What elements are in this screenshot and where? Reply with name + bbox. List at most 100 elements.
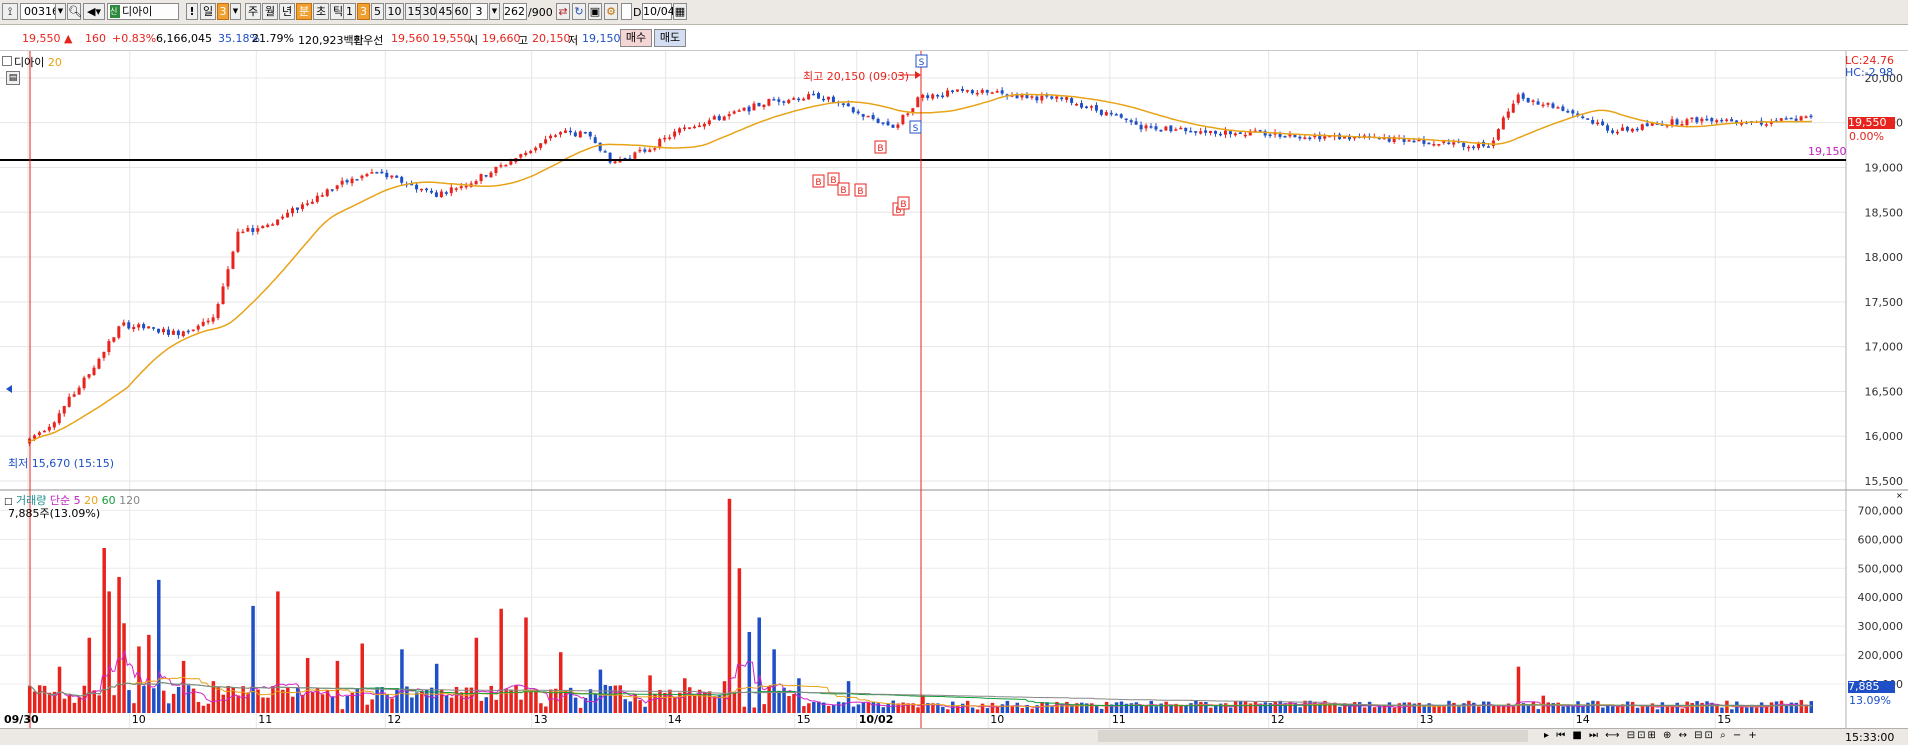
candle-body xyxy=(449,187,453,194)
volume-bar xyxy=(638,700,642,713)
alert-icon[interactable]: ! xyxy=(186,3,198,20)
sync-icon[interactable]: ⇄ xyxy=(556,3,570,20)
volume-bar xyxy=(1601,707,1605,713)
range-input[interactable]: 262 xyxy=(503,3,527,20)
refresh-icon[interactable]: ↻ xyxy=(572,3,586,20)
candle-body xyxy=(1243,134,1247,137)
volume-bar xyxy=(1005,700,1010,713)
candle-body xyxy=(955,89,959,92)
min-price-label: 최저 15,670 (15:15) xyxy=(8,457,115,470)
volume-bar xyxy=(1576,701,1580,713)
volume-bar xyxy=(1179,705,1183,713)
candle-body xyxy=(370,172,374,174)
current-price-tag: 19,550 xyxy=(1848,117,1895,129)
period-minute-button[interactable]: 분 xyxy=(296,3,312,20)
volume-bar xyxy=(1204,702,1208,713)
candle-body xyxy=(489,172,493,178)
period-dropdown-icon[interactable]: ▼ xyxy=(230,3,241,20)
minute-60-button[interactable]: 60 xyxy=(452,3,471,20)
volume-bar xyxy=(812,702,816,713)
candle-body xyxy=(246,228,250,232)
sound-icon[interactable]: ◀▾ xyxy=(83,3,105,20)
minute-1-button[interactable]: 1 xyxy=(343,3,356,20)
candle-body xyxy=(102,351,106,358)
save-icon[interactable]: ▣ xyxy=(588,3,602,20)
candle-body xyxy=(1199,131,1203,134)
candle-body xyxy=(1571,110,1575,114)
count-dropdown-icon[interactable]: ▼ xyxy=(489,3,500,20)
volume-bar xyxy=(529,690,533,713)
minute-5-button[interactable]: 5 xyxy=(371,3,384,20)
price-tick-label: 17,500 xyxy=(1865,296,1904,309)
stock-chart[interactable]: 20,00019,50019,00018,50018,00017,50017,0… xyxy=(0,51,1908,729)
candle-body xyxy=(161,328,165,333)
period-second-button[interactable]: 초 xyxy=(313,3,329,20)
volume-bar xyxy=(747,631,752,713)
volume-bar xyxy=(449,697,454,713)
candle-body xyxy=(767,99,771,106)
candle-body xyxy=(638,149,642,152)
calendar-icon[interactable]: ▦ xyxy=(673,3,687,20)
count-input[interactable]: 3 xyxy=(470,3,488,20)
volume-bar xyxy=(1045,702,1049,713)
candle-body xyxy=(712,116,716,120)
buy-button[interactable]: 매수 xyxy=(620,29,652,47)
chart-menu-icon[interactable]: ⟟ xyxy=(2,3,18,20)
volume-bar xyxy=(1357,702,1362,713)
settings-gear-icon[interactable]: ⚙ xyxy=(604,3,618,20)
x-axis-label: 12 xyxy=(387,713,402,726)
candle-body xyxy=(1134,121,1138,125)
candle-body xyxy=(479,174,483,182)
volume-bar xyxy=(370,699,374,713)
volume-bar xyxy=(851,706,856,713)
candle-body xyxy=(896,124,900,128)
search-icon[interactable]: 🔍︎ xyxy=(67,3,82,20)
volume-bar xyxy=(524,617,528,713)
period-day-count[interactable]: 3 xyxy=(217,3,229,20)
candle-body xyxy=(668,137,672,139)
candle-body xyxy=(1809,115,1813,118)
stock-name-field[interactable]: 신 디아이 xyxy=(107,3,179,20)
volume-bar xyxy=(1164,701,1168,713)
horizontal-scrollbar[interactable] xyxy=(1098,730,1528,742)
volume-bar xyxy=(712,696,717,713)
candle-body xyxy=(985,90,989,93)
candle-body xyxy=(1501,117,1505,130)
date-input[interactable]: 10/04 xyxy=(642,3,675,20)
volume-bar xyxy=(668,689,672,713)
period-month-button[interactable]: 월 xyxy=(262,3,278,20)
period-day-button[interactable]: 일 xyxy=(200,3,216,20)
candle-body xyxy=(181,331,185,337)
volume-bar xyxy=(166,703,171,713)
panel-close-icon[interactable]: × xyxy=(1896,492,1904,500)
legend-toggle-icon[interactable] xyxy=(2,56,12,66)
volume-bar xyxy=(960,703,965,713)
candle-body xyxy=(72,394,76,397)
volume-bar xyxy=(1020,708,1024,713)
minute-3-button[interactable]: 3 xyxy=(357,3,370,20)
candle-body xyxy=(142,324,146,329)
volume-bar xyxy=(941,706,945,713)
minute-10-button[interactable]: 10 xyxy=(385,3,404,20)
volume-bar xyxy=(1486,701,1491,713)
date-checkbox[interactable] xyxy=(621,3,632,20)
sell-button[interactable]: 매도 xyxy=(654,29,686,47)
period-week-button[interactable]: 주 xyxy=(245,3,261,20)
playback-controls[interactable]: ▸ ⏮ ■ ⏭ ⟷ ⊟⊡⊞ ⊕ ↔ ⊟⊡ ⌕ − + xyxy=(1544,730,1759,741)
volume-bar xyxy=(380,687,384,713)
chart-tools-icon[interactable]: ▤ xyxy=(6,71,20,85)
candle-body xyxy=(831,96,835,103)
volume-bar xyxy=(1149,700,1154,713)
candle-body xyxy=(1139,124,1143,130)
candle-body xyxy=(1789,117,1793,120)
candle-body xyxy=(201,321,205,326)
candle-body xyxy=(1695,117,1699,123)
candle-body xyxy=(613,161,617,164)
candle-body xyxy=(1323,136,1327,139)
candle-body xyxy=(365,174,369,177)
code-dropdown-icon[interactable]: ▼ xyxy=(55,3,66,20)
period-year-button[interactable]: 년 xyxy=(279,3,295,20)
candle-body xyxy=(707,120,711,125)
candle-body xyxy=(67,396,71,407)
volume-bar xyxy=(916,707,920,713)
